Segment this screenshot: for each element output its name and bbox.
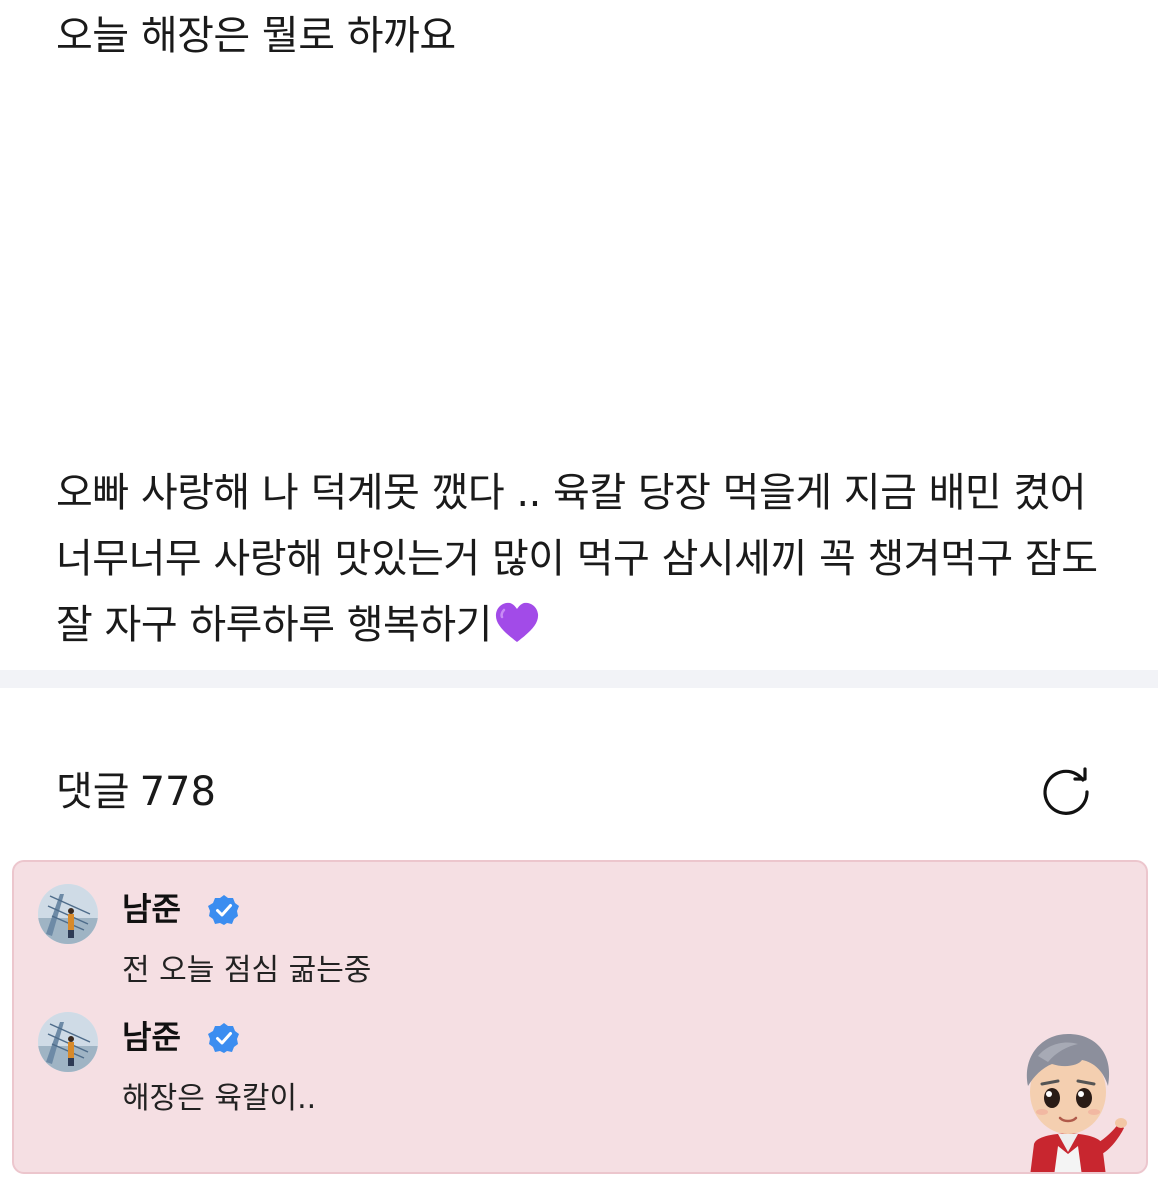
artist-comments-box: 남준 전 오늘 점심 굶는중 남준 해장은 육칼이.. bbox=[12, 860, 1148, 1174]
verified-badge-icon bbox=[208, 894, 240, 926]
comments-header: 댓글 778 bbox=[56, 760, 1116, 824]
comment-text: 해장은 육칼이.. bbox=[122, 1081, 317, 1116]
post-body: 오빠 사랑해 나 덕계못 깼다 .. 육칼 당장 먹을게 지금 배민 켰어 너무… bbox=[56, 460, 1116, 658]
avatar[interactable] bbox=[38, 884, 98, 944]
author-name[interactable]: 남준 bbox=[122, 888, 181, 930]
comment-text: 전 오늘 점심 굶는중 bbox=[122, 953, 372, 988]
post-title: 오늘 해장은 뭘로 하까요 bbox=[56, 13, 456, 59]
refresh-icon[interactable] bbox=[1038, 764, 1094, 820]
comments-label-text: 댓글 bbox=[56, 769, 130, 815]
author-name[interactable]: 남준 bbox=[122, 1016, 181, 1058]
character-sticker-icon bbox=[1008, 1026, 1128, 1172]
comments-count: 778 bbox=[139, 769, 216, 815]
post-page: 오늘 해장은 뭘로 하까요 오빠 사랑해 나 덕계못 깼다 .. 육칼 당장 먹… bbox=[0, 0, 1158, 1200]
comments-label: 댓글 778 bbox=[56, 766, 216, 818]
verified-badge-icon bbox=[208, 1022, 240, 1054]
avatar[interactable] bbox=[38, 1012, 98, 1072]
post-body-text: 오빠 사랑해 나 덕계못 깼다 .. 육칼 당장 먹을게 지금 배민 켰어 너무… bbox=[56, 470, 1098, 648]
section-divider bbox=[0, 670, 1158, 688]
purple-heart-icon bbox=[494, 602, 540, 644]
